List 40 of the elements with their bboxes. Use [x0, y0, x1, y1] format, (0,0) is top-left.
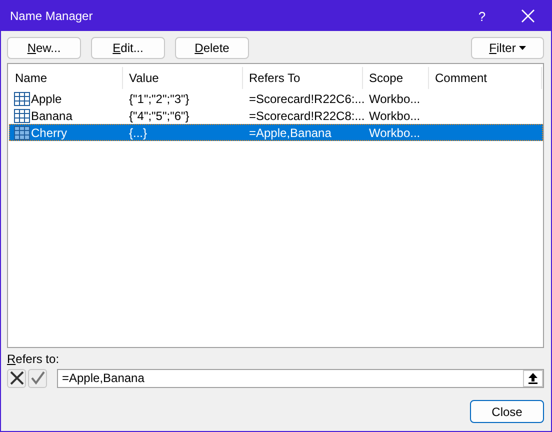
name-cell: Apple [31, 92, 62, 106]
refers-to-cell-text: =Scorecard!R22C8:... [248, 108, 363, 124]
check-icon [30, 371, 44, 385]
name-row[interactable]: Cherry {...} =Apple,Banana Workbo... [9, 124, 543, 141]
column-header[interactable]: Scope [363, 67, 429, 89]
toolbar-button[interactable]: New... [7, 37, 81, 59]
column-header[interactable]: Comment [429, 67, 542, 89]
column-header[interactable]: Refers To [243, 67, 363, 89]
scope-cell-text: Workbo... [368, 108, 422, 124]
value-cell-text: {"4";"5";"6"} [128, 108, 190, 124]
cancel-button[interactable] [7, 368, 26, 388]
scope-cell-text: Workbo... [368, 90, 422, 107]
close-dialog-button[interactable]: Close [470, 400, 544, 423]
collapse-button[interactable] [523, 370, 543, 386]
name-row[interactable]: Banana {"4";"5";"6"} =Scorecard!R22C8:... Workbo... [9, 107, 543, 124]
value-cell-text: {"1";"2";"3"} [128, 90, 190, 107]
table-icon [14, 108, 30, 122]
toolbar-button[interactable]: Edit... [91, 37, 165, 59]
value-cell-text: {...} [128, 124, 148, 141]
caret-icon [518, 46, 526, 50]
refers-to-field[interactable]: =Apple,Banana [57, 368, 544, 388]
scope-cell-text: Workbo... [368, 124, 422, 141]
name-row[interactable]: Apple {"1";"2";"3"} =Scorecard!R22C6:... Workbo... [9, 90, 543, 107]
refers-to-cell-text: =Scorecard!R22C6:... [248, 90, 363, 107]
table-icon [14, 92, 30, 106]
window-title: Name Manager [9, 9, 94, 23]
table-icon [14, 126, 30, 140]
upload-arrow-icon [528, 372, 538, 384]
toolbar-button[interactable]: Delete [175, 37, 249, 59]
refers-to-cell-text: =Apple,Banana [248, 124, 332, 141]
column-header[interactable]: Value [123, 67, 243, 89]
help-button[interactable]: ? [459, 1, 505, 31]
refers-to-label: Refers to: [7, 352, 60, 366]
confirm-button[interactable] [28, 368, 47, 388]
cross-icon [10, 371, 24, 385]
name-cell: Banana [31, 108, 72, 122]
filter-button[interactable]: Filter [471, 37, 544, 59]
name-cell: Cherry [31, 126, 68, 140]
close-icon [521, 9, 535, 23]
column-header[interactable]: Name [9, 67, 123, 89]
